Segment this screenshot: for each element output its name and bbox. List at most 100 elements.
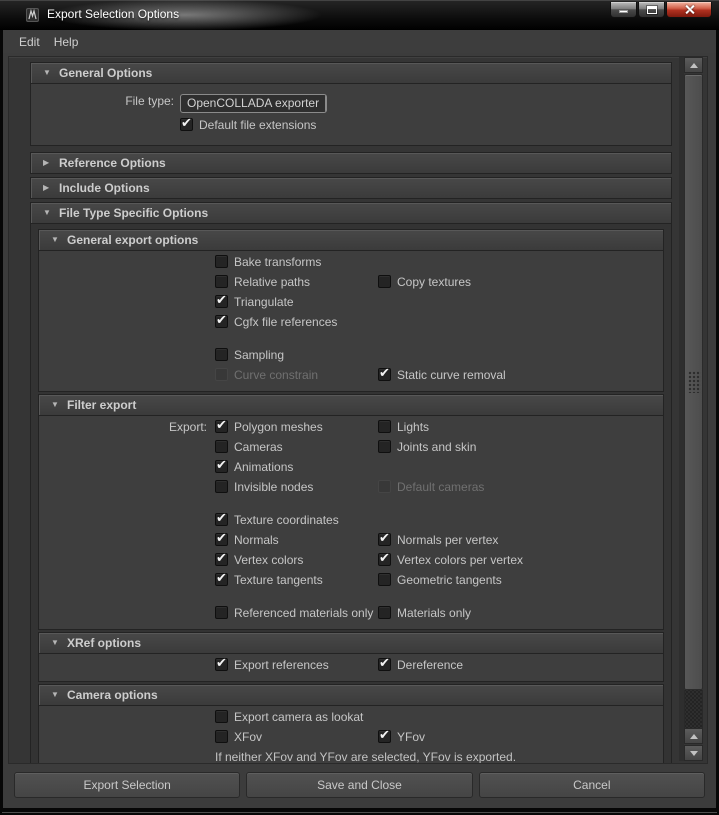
checkbox-joints-and-skin[interactable] <box>378 440 391 453</box>
checkbox-materials-only[interactable] <box>378 606 391 619</box>
save-and-close-button[interactable]: Save and Close <box>246 772 472 798</box>
check-item-bake-transforms[interactable]: Bake transforms <box>215 255 321 270</box>
checkbox-sampling[interactable] <box>215 348 228 361</box>
checkbox-yfov[interactable]: ✔ <box>378 730 391 743</box>
checkbox-default-cameras[interactable] <box>378 480 391 493</box>
check-item-cameras[interactable]: Cameras <box>215 440 283 455</box>
checkbox-label[interactable]: Sampling <box>234 348 284 363</box>
checkbox-label[interactable]: Export camera as lookat <box>234 710 363 725</box>
checkbox-invisible-nodes[interactable] <box>215 480 228 493</box>
check-item-xfov[interactable]: XFov <box>215 730 262 745</box>
checkbox-label[interactable]: Materials only <box>397 606 471 621</box>
checkbox-export-references[interactable]: ✔ <box>215 658 228 671</box>
check-item-export-camera-as-lookat[interactable]: Export camera as lookat <box>215 710 363 725</box>
scroll-up-button-bottom[interactable] <box>684 728 703 744</box>
checkbox-label[interactable]: Vertex colors per vertex <box>397 553 523 568</box>
checkbox-label[interactable]: Cgfx file references <box>234 315 337 330</box>
check-item-normals[interactable]: ✔ Normals <box>215 533 279 548</box>
check-item-vertex-colors-per-vertex[interactable]: ✔ Vertex colors per vertex <box>378 553 523 568</box>
checkbox-referenced-materials-only[interactable] <box>215 606 228 619</box>
check-item-yfov[interactable]: ✔ YFov <box>378 730 425 745</box>
check-item-normals-per-vertex[interactable]: ✔ Normals per vertex <box>378 533 498 548</box>
check-item-geometric-tangents[interactable]: Geometric tangents <box>378 573 502 588</box>
checkbox-bake-transforms[interactable] <box>215 255 228 268</box>
check-item-static-curve-removal[interactable]: ✔ Static curve removal <box>378 368 506 383</box>
check-item-relative-paths[interactable]: Relative paths <box>215 275 310 290</box>
close-button[interactable] <box>666 2 712 18</box>
maximize-button[interactable] <box>638 2 665 18</box>
titlebar[interactable]: Export Selection Options <box>0 0 719 30</box>
checkbox-export-camera-as-lookat[interactable] <box>215 710 228 723</box>
checkbox-label[interactable]: Polygon meshes <box>234 420 323 435</box>
check-item-curve-constrain[interactable]: Curve constrain <box>215 368 318 383</box>
section-header-general-options[interactable]: ▼General Options <box>31 63 671 83</box>
section-header-file-type-specific-options[interactable]: ▼File Type Specific Options <box>31 203 671 223</box>
checkbox-copy-textures[interactable] <box>378 275 391 288</box>
checkbox-label[interactable]: YFov <box>397 730 425 745</box>
checkbox-polygon-meshes[interactable]: ✔ <box>215 420 228 433</box>
checkbox-dereference[interactable]: ✔ <box>378 658 391 671</box>
checkbox-lights[interactable] <box>378 420 391 433</box>
check-item-default-cameras[interactable]: Default cameras <box>378 480 484 495</box>
checkbox-normals[interactable]: ✔ <box>215 533 228 546</box>
checkbox-label[interactable]: Dereference <box>397 658 463 673</box>
check-item-sampling[interactable]: Sampling <box>215 348 284 363</box>
checkbox-texture-coordinates[interactable]: ✔ <box>215 513 228 526</box>
checkbox-vertex-colors-per-vertex[interactable]: ✔ <box>378 553 391 566</box>
checkbox-label[interactable]: Vertex colors <box>234 553 303 568</box>
checkbox-geometric-tangents[interactable] <box>378 573 391 586</box>
check-item-dereference[interactable]: ✔ Dereference <box>378 658 463 673</box>
checkbox-label[interactable]: Normals per vertex <box>397 533 498 548</box>
menu-help[interactable]: Help <box>54 35 79 49</box>
checkbox-relative-paths[interactable] <box>215 275 228 288</box>
section-header-camera-options[interactable]: ▼Camera options <box>39 685 663 705</box>
checkbox-texture-tangents[interactable]: ✔ <box>215 573 228 586</box>
scroll-up-button[interactable] <box>684 57 703 73</box>
checkbox-label[interactable]: XFov <box>234 730 262 745</box>
section-header-filter-export[interactable]: ▼Filter export <box>39 395 663 415</box>
checkbox-label[interactable]: Bake transforms <box>234 255 321 270</box>
checkbox-static-curve-removal[interactable]: ✔ <box>378 368 391 381</box>
checkbox-curve-constrain[interactable] <box>215 368 228 381</box>
checkbox-label[interactable]: Curve constrain <box>234 368 318 383</box>
checkbox-label[interactable]: Referenced materials only <box>234 606 373 621</box>
checkbox-label[interactable]: Texture tangents <box>234 573 323 588</box>
checkbox-label[interactable]: Texture coordinates <box>234 513 339 528</box>
section-header-include-options[interactable]: ▶Include Options <box>31 178 671 198</box>
section-header-general-export-options[interactable]: ▼General export options <box>39 230 663 250</box>
check-item-animations[interactable]: ✔ Animations <box>215 460 293 475</box>
checkbox-label[interactable]: Relative paths <box>234 275 310 290</box>
check-item-texture-tangents[interactable]: ✔ Texture tangents <box>215 573 323 588</box>
checkbox-label[interactable]: Lights <box>397 420 429 435</box>
check-item-texture-coordinates[interactable]: ✔ Texture coordinates <box>215 513 339 528</box>
file-type-dropdown[interactable]: OpenCOLLADA exporter▼ <box>180 94 327 113</box>
checkbox-label[interactable]: Export references <box>234 658 329 673</box>
checkbox-label[interactable]: Copy textures <box>397 275 471 290</box>
checkbox-label[interactable]: Geometric tangents <box>397 573 502 588</box>
check-item-polygon-meshes[interactable]: ✔ Polygon meshes <box>215 420 323 435</box>
checkbox-label[interactable]: Normals <box>234 533 279 548</box>
checkbox-label[interactable]: Invisible nodes <box>234 480 313 495</box>
scroll-down-button[interactable] <box>684 745 703 761</box>
vertical-scrollbar[interactable] <box>684 57 703 761</box>
checkbox-label[interactable]: Joints and skin <box>397 440 476 455</box>
checkbox-label[interactable]: Default cameras <box>397 480 484 495</box>
check-item-triangulate[interactable]: ✔Triangulate <box>215 295 294 310</box>
minimize-button[interactable] <box>610 2 637 18</box>
cancel-button[interactable]: Cancel <box>479 772 705 798</box>
menu-edit[interactable]: Edit <box>19 35 40 49</box>
checkbox-label[interactable]: Static curve removal <box>397 368 506 383</box>
export-selection-button[interactable]: Export Selection <box>14 772 240 798</box>
check-item-lights[interactable]: Lights <box>378 420 429 435</box>
check-item-cgfx-file-references[interactable]: ✔ Cgfx file references <box>215 315 337 330</box>
checkbox-default-file-extensions[interactable]: ✔ <box>180 118 193 131</box>
checkbox-normals-per-vertex[interactable]: ✔ <box>378 533 391 546</box>
section-header-xref-options[interactable]: ▼XRef options <box>39 633 663 653</box>
check-item-invisible-nodes[interactable]: Invisible nodes <box>215 480 313 495</box>
check-item-default-file-extensions[interactable]: ✔Default file extensions <box>180 118 316 133</box>
checkbox-label[interactable]: Animations <box>234 460 293 475</box>
section-header-reference-options[interactable]: ▶Reference Options <box>31 153 671 173</box>
checkbox-cgfx-file-references[interactable]: ✔ <box>215 315 228 328</box>
checkbox-xfov[interactable] <box>215 730 228 743</box>
checkbox-animations[interactable]: ✔ <box>215 460 228 473</box>
